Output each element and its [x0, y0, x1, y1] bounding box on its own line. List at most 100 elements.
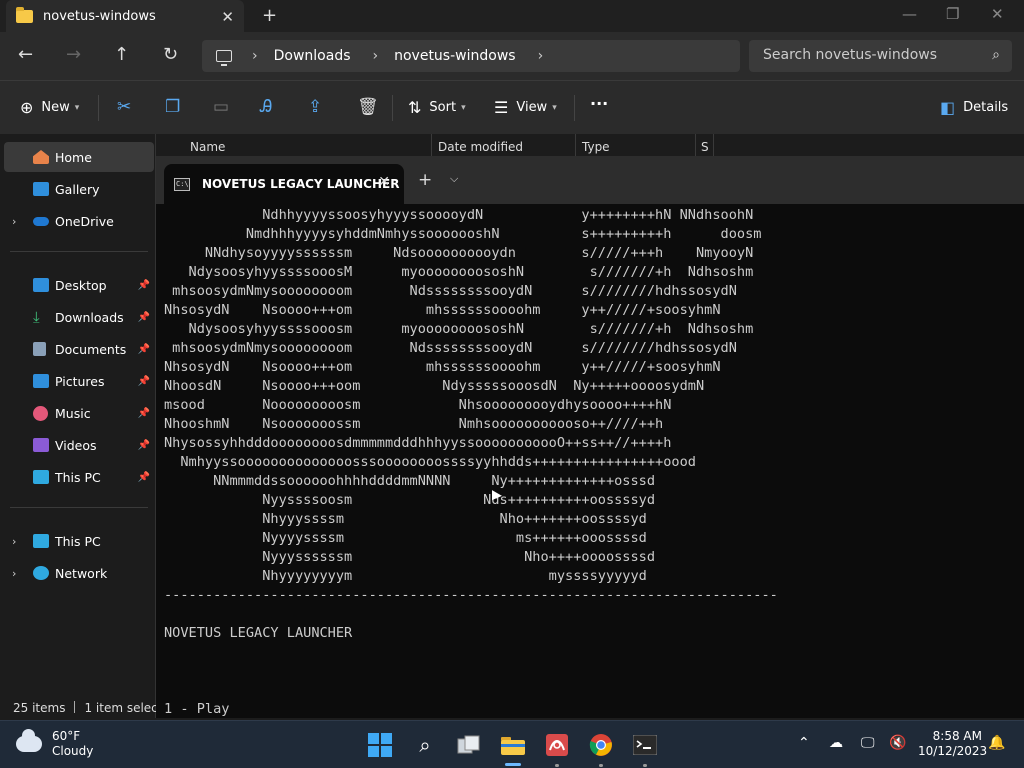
terminal-output[interactable]: NdhhyyyyssoosyhyyyssooooydN y++++++++hN …: [164, 206, 1014, 719]
pin-icon[interactable]: 📌: [138, 312, 150, 323]
navigation-pane: Home Gallery › OneDrive Desktop 📌 ⤓ Down…: [0, 134, 156, 718]
file-explorer-taskbar-icon[interactable]: [499, 731, 527, 759]
pin-icon[interactable]: 📌: [138, 376, 150, 387]
breadcrumb-novetus-windows[interactable]: novetus-windows: [394, 48, 515, 64]
pin-icon[interactable]: 📌: [138, 344, 150, 355]
clock-date: 10/12/2023: [918, 744, 988, 758]
share-icon[interactable]: ⇪: [308, 97, 322, 117]
sidebar-item-gallery[interactable]: Gallery: [4, 174, 154, 204]
rename-icon[interactable]: Ꭿ: [260, 97, 272, 117]
pictures-icon: [33, 374, 49, 388]
sidebar-item-network[interactable]: › Network: [4, 558, 154, 588]
weather-widget[interactable]: 60°F Cloudy: [16, 729, 93, 759]
breadcrumb-downloads[interactable]: Downloads: [274, 48, 351, 64]
taskbar: 60°F Cloudy ⌕ ⌃ ☁ 🖵 🔇 8:58 AM 10/12/2023…: [0, 720, 1024, 768]
terminal-taskbar-icon[interactable]: [631, 731, 659, 759]
close-icon[interactable]: ✕: [221, 8, 234, 26]
system-clock[interactable]: 8:58 AM 10/12/2023: [918, 729, 988, 759]
terminal-line: ----------------------------------------…: [164, 587, 778, 603]
chevron-right-icon[interactable]: ›: [12, 215, 16, 228]
task-view-icon[interactable]: [455, 731, 483, 759]
window-close-icon[interactable]: ✕: [991, 5, 1004, 23]
details-button[interactable]: ◧ Details: [940, 98, 1008, 117]
new-tab-icon[interactable]: +: [418, 170, 432, 190]
column-size[interactable]: S: [701, 140, 709, 154]
desktop-icon: [33, 278, 49, 292]
app-taskbar-icon[interactable]: [543, 731, 571, 759]
refresh-icon[interactable]: ↻: [163, 44, 178, 65]
copy-icon[interactable]: ❐: [165, 97, 180, 117]
terminal-line: Nmhyyssoooooooooooooosssoooooooossssyyhh…: [164, 454, 696, 470]
new-tab-icon[interactable]: +: [262, 5, 277, 26]
sidebar-item-desktop[interactable]: Desktop 📌: [4, 270, 154, 300]
monitor-icon: [216, 50, 232, 66]
delete-icon[interactable]: 🗑: [357, 97, 379, 117]
sidebar-item-onedrive[interactable]: › OneDrive: [4, 206, 154, 236]
forward-arrow-icon[interactable]: →: [66, 44, 81, 65]
sort-icon: ⇅: [408, 98, 422, 117]
sidebar-item-this-pc-pinned[interactable]: This PC 📌: [4, 462, 154, 492]
column-name[interactable]: Name: [190, 140, 225, 154]
cloud-icon: [16, 729, 42, 752]
sidebar-item-pictures[interactable]: Pictures 📌: [4, 366, 154, 396]
active-app-indicator: [505, 763, 521, 766]
sidebar-item-downloads[interactable]: ⤓ Downloads 📌: [4, 302, 154, 332]
chevron-right-icon[interactable]: ›: [252, 48, 258, 64]
pin-icon[interactable]: 📌: [138, 440, 150, 451]
restore-icon[interactable]: ❐: [946, 5, 959, 23]
search-input[interactable]: Search novetus-windows ⌕: [749, 40, 1012, 72]
terminal-line: Nhyyyyyyyym myssssyyyyyd: [164, 568, 647, 584]
terminal-tab[interactable]: C:\ NOVETUS LEGACY LAUNCHER ✕: [164, 164, 404, 204]
sidebar-item-home[interactable]: Home: [4, 142, 154, 172]
more-options-button[interactable]: ···: [590, 94, 608, 113]
clock-time: 8:58 AM: [932, 729, 982, 743]
status-item-count: 25 items: [13, 701, 66, 715]
view-button[interactable]: ☰ View ▾: [494, 98, 557, 117]
chevron-down-icon[interactable]: ⌵: [450, 172, 458, 186]
start-button[interactable]: [366, 731, 394, 759]
chevron-right-icon[interactable]: ›: [373, 48, 379, 64]
terminal-tabbar: C:\ NOVETUS LEGACY LAUNCHER ✕ + ⌵: [156, 156, 1024, 204]
onedrive-sync-icon[interactable]: ☁: [829, 735, 843, 751]
sidebar-item-this-pc[interactable]: › This PC: [4, 526, 154, 556]
app-indicator: [643, 764, 647, 767]
sidebar-item-label: This PC: [55, 533, 101, 549]
sort-button[interactable]: ⇅ Sort ▾: [408, 98, 466, 117]
sidebar-item-videos[interactable]: Videos 📌: [4, 430, 154, 460]
new-label: New: [41, 100, 70, 115]
minimize-icon[interactable]: —: [902, 5, 917, 23]
terminal-line: NdhhyyyyssoosyhyyyssooooydN y++++++++hN …: [164, 207, 754, 223]
pin-icon[interactable]: 📌: [138, 472, 150, 483]
chevron-right-icon[interactable]: ›: [12, 567, 16, 580]
network-status-icon[interactable]: 🖵: [861, 735, 875, 751]
sidebar-item-label: OneDrive: [55, 213, 114, 229]
column-type[interactable]: Type: [582, 140, 610, 154]
pin-icon[interactable]: 📌: [138, 408, 150, 419]
column-date-modified[interactable]: Date modified: [438, 140, 523, 154]
explorer-tab[interactable]: novetus-windows ✕: [6, 0, 244, 32]
up-arrow-icon[interactable]: ↑: [114, 44, 129, 65]
chevron-right-icon[interactable]: ›: [12, 535, 16, 548]
terminal-line: NOVETUS LEGACY LAUNCHER: [164, 625, 353, 641]
chevron-right-icon[interactable]: ›: [538, 48, 544, 64]
cut-icon[interactable]: ✂: [117, 97, 131, 117]
sidebar-item-documents[interactable]: Documents 📌: [4, 334, 154, 364]
chrome-taskbar-icon[interactable]: [587, 731, 615, 759]
notification-bell-icon[interactable]: 🔔: [988, 735, 1005, 751]
sidebar-item-music[interactable]: Music 📌: [4, 398, 154, 428]
back-arrow-icon[interactable]: ←: [18, 44, 33, 65]
roblox-style-icon: [546, 734, 568, 756]
volume-muted-icon[interactable]: 🔇: [889, 735, 906, 751]
pin-icon[interactable]: 📌: [138, 280, 150, 291]
breadcrumb[interactable]: › Downloads › novetus-windows ›: [202, 40, 740, 72]
new-button[interactable]: ⊕ New ▾: [20, 98, 79, 117]
explorer-tab-title: novetus-windows: [43, 8, 156, 24]
terminal-line: mhsoosydmNmysoooooooom NdssssssssooydN s…: [164, 283, 737, 299]
close-icon[interactable]: ✕: [378, 174, 390, 190]
search-icon[interactable]: ⌕: [411, 731, 439, 759]
paste-icon[interactable]: ▭: [213, 97, 229, 117]
chevron-up-icon[interactable]: ⌃: [798, 735, 810, 751]
app-indicator: [599, 764, 603, 767]
